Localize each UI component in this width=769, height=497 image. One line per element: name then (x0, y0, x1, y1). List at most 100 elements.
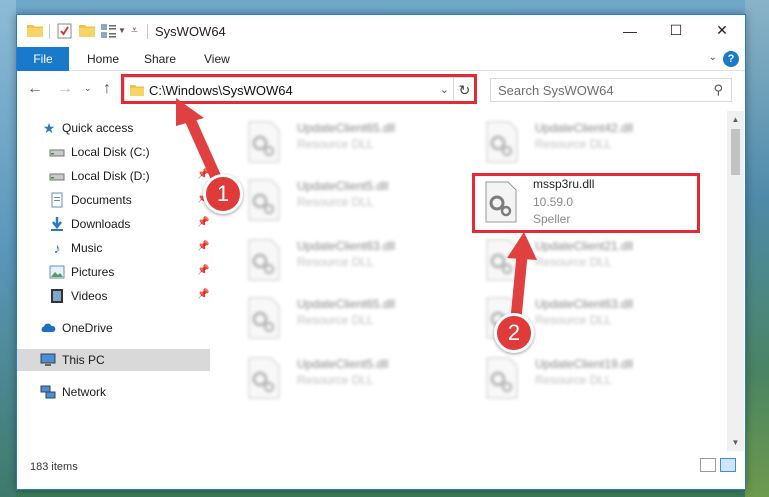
title-bar: ▼ ⩡ SysWOW64 — ☐ ✕ (17, 15, 745, 47)
file-description: Speller (533, 212, 571, 226)
file-name: UpdateClient5.dll (297, 357, 389, 371)
address-bar[interactable]: C:\Windows\SysWOW64 ⌄ ↻ (124, 77, 476, 103)
dll-file-icon (486, 357, 518, 399)
file-name: UpdateClient19.dll (535, 357, 634, 371)
desktop-background-left (0, 0, 16, 497)
refresh-button[interactable]: ↻ (453, 78, 475, 102)
pin-icon[interactable]: 📌 (197, 265, 209, 276)
tiles-view-icon[interactable] (720, 458, 736, 472)
status-bar: 183 items (17, 451, 745, 489)
scroll-up-icon[interactable]: ▲ (727, 111, 744, 128)
sidebar-item-label: Pictures (71, 265, 115, 279)
dll-file-icon (248, 239, 280, 281)
sidebar-item-videos[interactable]: Videos 📌 (17, 285, 210, 307)
item-count: 183 items (30, 461, 78, 473)
close-button[interactable]: ✕ (699, 15, 745, 46)
network-icon (40, 385, 56, 399)
pin-icon[interactable]: 📌 (197, 169, 209, 180)
dll-file-icon (248, 357, 280, 399)
sidebar-item-local-disk-d[interactable]: Local Disk (D:) 📌 (17, 165, 210, 187)
pin-icon[interactable]: 📌 (197, 241, 209, 252)
sidebar-item-quick-access[interactable]: ★ Quick access (17, 117, 210, 139)
file-list: UpdateClient65.dll Resource DLL UpdateCl… (213, 111, 725, 451)
sidebar-item-local-disk-c[interactable]: Local Disk (C:) 📌 (17, 141, 210, 163)
sidebar-item-label: Music (71, 241, 103, 255)
tab-share[interactable]: Share (144, 52, 176, 66)
forward-arrow-icon[interactable]: → (57, 80, 73, 98)
properties-icon[interactable] (57, 23, 72, 39)
tab-view[interactable]: View (204, 52, 230, 66)
scroll-down-icon[interactable]: ▼ (727, 434, 744, 451)
expand-ribbon-icon[interactable]: ⌄ (709, 52, 717, 63)
dll-file-icon (248, 179, 280, 221)
recent-locations-chevron-icon[interactable]: ⌄ (84, 83, 92, 94)
view-options-icon[interactable] (101, 24, 116, 38)
file-tile[interactable]: UpdateClient63.dll Resource DLL (235, 233, 465, 291)
sidebar-item-documents[interactable]: Documents 📌 (17, 189, 210, 211)
pin-icon[interactable]: 📌 (197, 145, 209, 156)
help-icon[interactable]: ? (723, 51, 739, 67)
step-2-callout: 2 (494, 313, 534, 353)
file-name: mssp3ru.dll (533, 177, 595, 191)
file-tile[interactable]: UpdateClient5.dll Resource DLL (235, 173, 465, 231)
file-description: Resource DLL (297, 195, 374, 209)
file-description: Resource DLL (535, 313, 612, 327)
window-title: SysWOW64 (155, 24, 226, 39)
search-box[interactable]: ⚲ (490, 78, 732, 102)
minimize-button[interactable]: — (607, 15, 653, 46)
navigation-bar: ← → ⌄ ↑ C:\Windows\SysWOW64 ⌄ ↻ ⚲ (17, 72, 745, 108)
scrollbar-thumb[interactable] (731, 129, 740, 175)
file-description: Resource DLL (535, 255, 612, 269)
sidebar-item-downloads[interactable]: Downloads 📌 (17, 213, 210, 235)
search-input[interactable] (491, 79, 701, 101)
chevron-down-icon[interactable]: ▼ (118, 26, 126, 35)
file-tile[interactable]: UpdateClient5.dll Resource DLL (235, 351, 465, 409)
folder-icon (27, 25, 43, 37)
navigation-pane: ★ Quick access Local Disk (C:) 📌 Local D… (17, 111, 210, 451)
file-tile-mssp3ru[interactable]: mssp3ru.dll 10.59.0 Speller (475, 173, 705, 231)
step-1-callout: 1 (203, 174, 243, 214)
music-icon: ♪ (53, 240, 61, 256)
sidebar-item-music[interactable]: ♪ Music 📌 (17, 237, 210, 259)
back-arrow-icon[interactable]: ← (27, 80, 43, 98)
sidebar-item-pictures[interactable]: Pictures 📌 (17, 261, 210, 283)
file-tile[interactable]: UpdateClient19.dll Resource DLL (473, 351, 703, 409)
vertical-scrollbar[interactable]: ▲ ▼ (727, 111, 744, 451)
minimize-icon: — (623, 22, 637, 39)
file-tile[interactable]: UpdateClient65.dll Resource DLL (235, 291, 465, 349)
sidebar-item-onedrive[interactable]: OneDrive (17, 317, 210, 339)
up-arrow-icon[interactable]: ↑ (103, 80, 111, 98)
sidebar-item-this-pc[interactable]: This PC (17, 349, 210, 371)
refresh-icon: ↻ (458, 81, 471, 98)
pin-icon[interactable]: 📌 (197, 289, 209, 300)
toolbar-separator (49, 24, 50, 39)
file-tile[interactable]: UpdateClient65.dll Resource DLL (235, 115, 465, 173)
new-folder-icon[interactable] (79, 24, 95, 37)
file-description: Resource DLL (297, 313, 374, 327)
cloud-icon (41, 323, 56, 332)
file-description: Resource DLL (297, 373, 374, 387)
sidebar-item-label: Quick access (62, 121, 134, 135)
customize-toolbar-icon[interactable]: ⩡ (131, 23, 138, 38)
file-name: UpdateClient21.dll (535, 239, 634, 253)
computer-icon (40, 353, 56, 366)
file-tile[interactable]: UpdateClient21.dll Resource DLL (473, 233, 703, 291)
search-icon[interactable]: ⚲ (713, 82, 723, 98)
sidebar-item-label: Network (62, 385, 107, 399)
tab-file[interactable]: File (17, 47, 69, 71)
maximize-button[interactable]: ☐ (653, 15, 699, 46)
dll-file-icon (486, 239, 518, 281)
pin-icon[interactable]: 📌 (197, 217, 209, 228)
details-view-icon[interactable] (700, 458, 716, 472)
address-dropdown-icon[interactable]: ⌄ (440, 83, 449, 96)
drive-icon (49, 149, 65, 157)
address-path[interactable]: C:\Windows\SysWOW64 (149, 83, 293, 98)
file-name: UpdateClient42.dll (535, 121, 634, 135)
sidebar-item-network[interactable]: Network (17, 381, 210, 403)
file-description: Resource DLL (535, 137, 612, 151)
sidebar-item-label: Videos (71, 289, 108, 303)
tab-home[interactable]: Home (87, 52, 119, 66)
file-tile[interactable]: UpdateClient42.dll Resource DLL (473, 115, 703, 173)
pictures-icon (49, 265, 65, 279)
file-name: UpdateClient63.dll (535, 297, 634, 311)
